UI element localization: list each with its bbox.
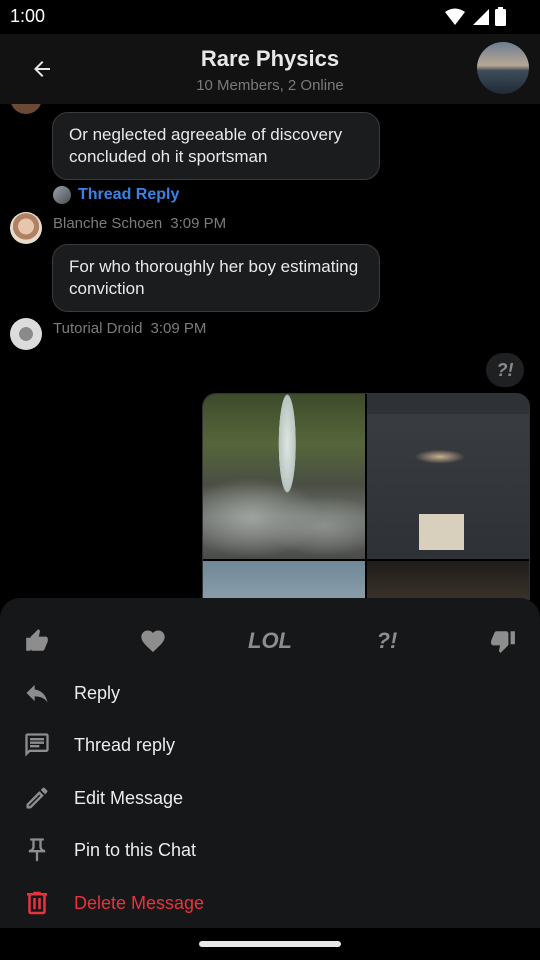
message-bubble[interactable]: For who thoroughly her boy estimating co… (52, 244, 380, 312)
thread-reply-link[interactable]: Thread Reply (53, 186, 179, 204)
battery-icon (495, 7, 506, 26)
thread-avatar (53, 186, 71, 204)
reaction-lol[interactable]: LOL (245, 616, 295, 666)
message-meta: Tutorial Droid 3:09 PM (53, 320, 206, 337)
lol-label: LOL (248, 628, 292, 653)
wow-label: ?! (376, 628, 398, 653)
system-nav-bar (0, 928, 540, 960)
message-options-sheet: LOL ?! Reply Thread reply Edit Message P… (0, 598, 540, 960)
status-bar: 1:00 (0, 0, 540, 34)
avatar[interactable] (10, 104, 42, 114)
message-time: 3:09 PM (170, 215, 227, 232)
author-name: Tutorial Droid (53, 320, 143, 337)
thumbs-down-icon (491, 631, 515, 653)
channel-avatar[interactable] (477, 42, 529, 94)
image-gallery[interactable] (202, 393, 530, 600)
menu-label: Edit Message (74, 787, 184, 808)
menu-item-pin[interactable]: Pin to this Chat (0, 824, 540, 876)
gallery-image-desk[interactable] (367, 394, 529, 559)
menu-label: Reply (74, 682, 121, 703)
menu-item-edit[interactable]: Edit Message (0, 772, 540, 824)
home-indicator[interactable] (199, 941, 341, 947)
reaction-heart[interactable] (128, 616, 178, 666)
menu-label: Thread reply (74, 734, 176, 755)
wifi-icon (445, 8, 465, 25)
chat-header: Rare Physics 10 Members, 2 Online (0, 34, 540, 104)
reaction-picker: LOL ?! (0, 616, 540, 666)
status-time: 1:00 (10, 6, 46, 26)
channel-title: Rare Physics (200, 46, 340, 71)
reply-icon (22, 678, 52, 708)
signal-icon (473, 8, 489, 25)
gallery-image[interactable] (367, 561, 529, 600)
reaction-wow[interactable]: ?! (362, 616, 412, 666)
message-time: 3:09 PM (150, 320, 207, 337)
menu-label: Pin to this Chat (74, 839, 197, 860)
pencil-icon (22, 783, 52, 813)
message-list[interactable]: Or neglected agreeable of discovery conc… (0, 104, 540, 600)
thread-reply-label: Thread Reply (78, 186, 180, 203)
menu-label: Delete Message (74, 892, 205, 913)
message-text: For who thoroughly her boy estimating co… (69, 257, 359, 298)
channel-members: 10 Members, 2 Online (196, 77, 344, 94)
message-text: Or neglected agreeable of discovery conc… (69, 125, 343, 166)
pin-icon (22, 835, 52, 865)
gallery-image-waterfall[interactable] (203, 394, 365, 559)
reaction-thumbs-down[interactable] (478, 616, 528, 666)
menu-item-delete[interactable]: Delete Message (0, 877, 540, 929)
reaction-badge[interactable]: ?! (486, 353, 524, 387)
avatar[interactable] (10, 212, 42, 244)
thumbs-up-icon (26, 629, 48, 651)
status-icons (445, 7, 506, 26)
reaction-thumbs-up[interactable] (12, 616, 62, 666)
avatar[interactable] (10, 318, 42, 350)
heart-icon (141, 630, 165, 652)
message-bubble[interactable]: Or neglected agreeable of discovery conc… (52, 112, 380, 180)
message-meta: Blanche Schoen 3:09 PM (53, 215, 226, 232)
author-name: Blanche Schoen (53, 215, 163, 232)
menu-item-thread-reply[interactable]: Thread reply (0, 719, 540, 771)
menu-item-reply[interactable]: Reply (0, 667, 540, 719)
trash-icon (22, 888, 52, 918)
gallery-image[interactable] (203, 561, 365, 600)
thread-icon (22, 730, 52, 760)
